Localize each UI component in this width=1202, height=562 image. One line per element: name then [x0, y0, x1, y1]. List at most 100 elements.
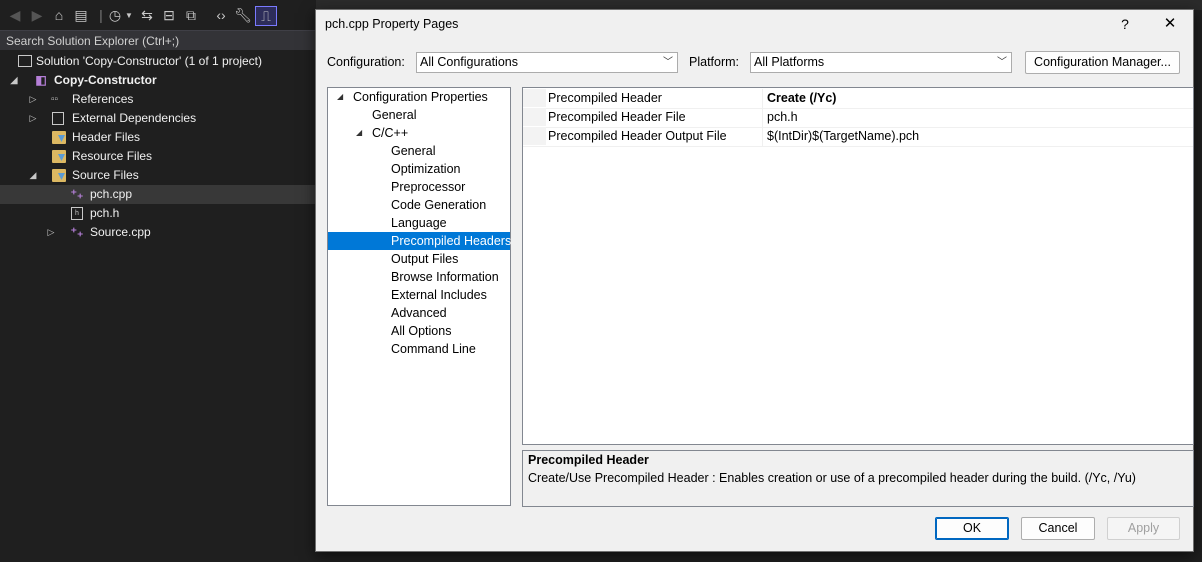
project-icon: ◧	[35, 73, 47, 87]
property-value[interactable]: pch.h	[767, 108, 798, 127]
pending-changes-icon[interactable]: ◷	[106, 6, 124, 24]
nav-item-code-generation[interactable]: Code Generation	[328, 196, 510, 214]
nav-item-cpp-general[interactable]: General	[328, 142, 510, 160]
tree-item-header-files[interactable]: Header Files	[0, 128, 316, 147]
collapse-arrow-icon[interactable]: ◢	[337, 88, 343, 106]
column-divider	[762, 108, 763, 127]
show-all-files-icon[interactable]: ⧉	[182, 6, 200, 24]
nav-item-precompiled-headers[interactable]: Precompiled Headers	[328, 232, 511, 250]
collapse-arrow-icon[interactable]: ◢	[8, 71, 20, 90]
tree-item-source-files[interactable]: ◢ Source Files	[0, 166, 316, 185]
configuration-label: Configuration:	[327, 55, 405, 69]
nav-item-label: Optimization	[391, 162, 461, 176]
nav-item-all-options[interactable]: All Options	[328, 322, 510, 340]
property-name: Precompiled Header	[548, 91, 662, 105]
code-icon[interactable]: ‹›	[212, 6, 230, 24]
preview-selected-icon[interactable]: ⎍	[255, 6, 277, 26]
chevron-down-icon: ﹀	[663, 57, 673, 68]
collapse-arrow-icon[interactable]: ◢	[27, 166, 39, 185]
nav-item-browse-information[interactable]: Browse Information	[328, 268, 510, 286]
column-divider	[762, 89, 763, 108]
platform-label: Platform:	[689, 55, 740, 69]
ok-button[interactable]: OK	[935, 517, 1009, 540]
tree-item-label: External Dependencies	[72, 111, 197, 125]
property-row-precompiled-header-output-file[interactable]: Precompiled Header Output File $(IntDir)…	[523, 127, 1193, 147]
nav-item-label: C/C++	[372, 126, 409, 140]
column-divider	[762, 127, 763, 146]
nav-item-configuration-properties[interactable]: ◢ Configuration Properties	[328, 88, 510, 106]
platform-dropdown[interactable]: All Platforms ﹀	[750, 52, 1012, 73]
tree-item-external-dependencies[interactable]: ▷ External Dependencies	[0, 109, 316, 128]
forward-icon[interactable]: ▶	[28, 6, 46, 24]
back-icon[interactable]: ◀	[6, 6, 24, 24]
solution-explorer-toolbar: ◀ ▶ ⌂ ▤ | ◷ ▼ ⇆ ⊟ ⧉ ‹› 🔧︎ ⎍	[0, 0, 316, 30]
cpp-file-icon: ⁺₊	[70, 187, 84, 201]
tree-item-source-cpp[interactable]: ▷ ⁺₊ Source.cpp	[0, 223, 316, 242]
nav-item-command-line[interactable]: Command Line	[328, 340, 510, 358]
help-button[interactable]: ?	[1115, 13, 1135, 35]
property-row-precompiled-header-file[interactable]: Precompiled Header File pch.h	[523, 108, 1193, 128]
nav-item-advanced[interactable]: Advanced	[328, 304, 510, 322]
row-gutter	[523, 108, 546, 126]
tree-item-pch-cpp[interactable]: ⁺₊ pch.cpp	[0, 185, 316, 204]
expand-arrow-icon[interactable]: ▷	[27, 109, 39, 128]
close-icon[interactable]: ✕	[1159, 13, 1181, 35]
tree-item-label: pch.cpp	[90, 187, 133, 201]
nav-item-label: All Options	[391, 324, 452, 338]
chevron-down-icon: ﹀	[997, 57, 1007, 68]
nav-item-general[interactable]: General	[328, 106, 510, 124]
tree-item-resource-files[interactable]: Resource Files	[0, 147, 316, 166]
nav-item-external-includes[interactable]: External Includes	[328, 286, 510, 304]
nav-item-label: Language	[391, 216, 447, 230]
toolbar-separator: |	[99, 7, 103, 23]
nav-item-label: Advanced	[391, 306, 447, 320]
property-category-tree: ◢ Configuration Properties General ◢ C/C…	[327, 87, 511, 506]
folder-icon	[52, 150, 66, 163]
nav-item-optimization[interactable]: Optimization	[328, 160, 510, 178]
description-text: Create/Use Precompiled Header : Enables …	[528, 471, 1136, 485]
nav-item-label: Configuration Properties	[353, 90, 488, 104]
property-value[interactable]: Create (/Yc)	[767, 89, 836, 108]
tree-item-label: Source.cpp	[90, 225, 151, 239]
tree-item-label: References	[72, 92, 134, 106]
platform-value: All Platforms	[754, 55, 825, 69]
tree-item-label: Copy-Constructor	[54, 73, 157, 87]
references-icon: ▫▫	[51, 94, 59, 105]
nav-item-label: Command Line	[391, 342, 476, 356]
cancel-button[interactable]: Cancel	[1021, 517, 1095, 540]
property-row-precompiled-header[interactable]: Precompiled Header Create (/Yc)	[523, 89, 1193, 109]
properties-wrench-icon[interactable]: 🔧︎	[234, 6, 252, 24]
expand-arrow-icon[interactable]: ▷	[27, 90, 39, 109]
property-value[interactable]: $(IntDir)$(TargetName).pch	[767, 127, 919, 146]
apply-button[interactable]: Apply	[1107, 517, 1180, 540]
nav-item-label: Output Files	[391, 252, 459, 266]
configuration-dropdown[interactable]: All Configurations ﹀	[416, 52, 678, 73]
configuration-value: All Configurations	[420, 55, 518, 69]
header-file-icon: h	[71, 207, 83, 220]
property-grid: Precompiled Header Create (/Yc) Precompi…	[522, 87, 1194, 445]
nav-item-preprocessor[interactable]: Preprocessor	[328, 178, 510, 196]
tree-item-references[interactable]: ▷ ▫▫ References	[0, 90, 316, 109]
tree-item-project[interactable]: ◢ ◧ Copy-Constructor	[0, 71, 316, 90]
tree-item-pch-h[interactable]: h pch.h	[0, 204, 316, 223]
tree-item-label: Source Files	[72, 168, 139, 182]
property-pages-dialog: pch.cpp Property Pages ? ✕ Configuration…	[315, 9, 1194, 552]
nav-item-label: Code Generation	[391, 198, 487, 212]
tree-item-solution[interactable]: Solution 'Copy-Constructor' (1 of 1 proj…	[0, 52, 316, 71]
nav-item-label: Preprocessor	[391, 180, 466, 194]
home-icon[interactable]: ⌂	[50, 6, 68, 24]
chevron-down-icon[interactable]: ▼	[124, 6, 134, 24]
sync-icon[interactable]: ⇆	[138, 6, 156, 24]
nav-item-label: External Includes	[391, 288, 487, 302]
solution-explorer-search[interactable]: Search Solution Explorer (Ctrl+;)	[0, 30, 316, 50]
collapse-arrow-icon[interactable]: ◢	[356, 124, 362, 142]
nav-item-cpp[interactable]: ◢ C/C++	[328, 124, 510, 142]
nav-item-language[interactable]: Language	[328, 214, 510, 232]
tree-item-label: pch.h	[90, 206, 120, 220]
configuration-manager-button[interactable]: Configuration Manager...	[1025, 51, 1180, 74]
expand-arrow-icon[interactable]: ▷	[45, 223, 57, 242]
property-name: Precompiled Header File	[548, 110, 686, 124]
collapse-all-icon[interactable]: ⊟	[160, 6, 178, 24]
nav-item-output-files[interactable]: Output Files	[328, 250, 510, 268]
switch-views-icon[interactable]: ▤	[72, 6, 90, 24]
